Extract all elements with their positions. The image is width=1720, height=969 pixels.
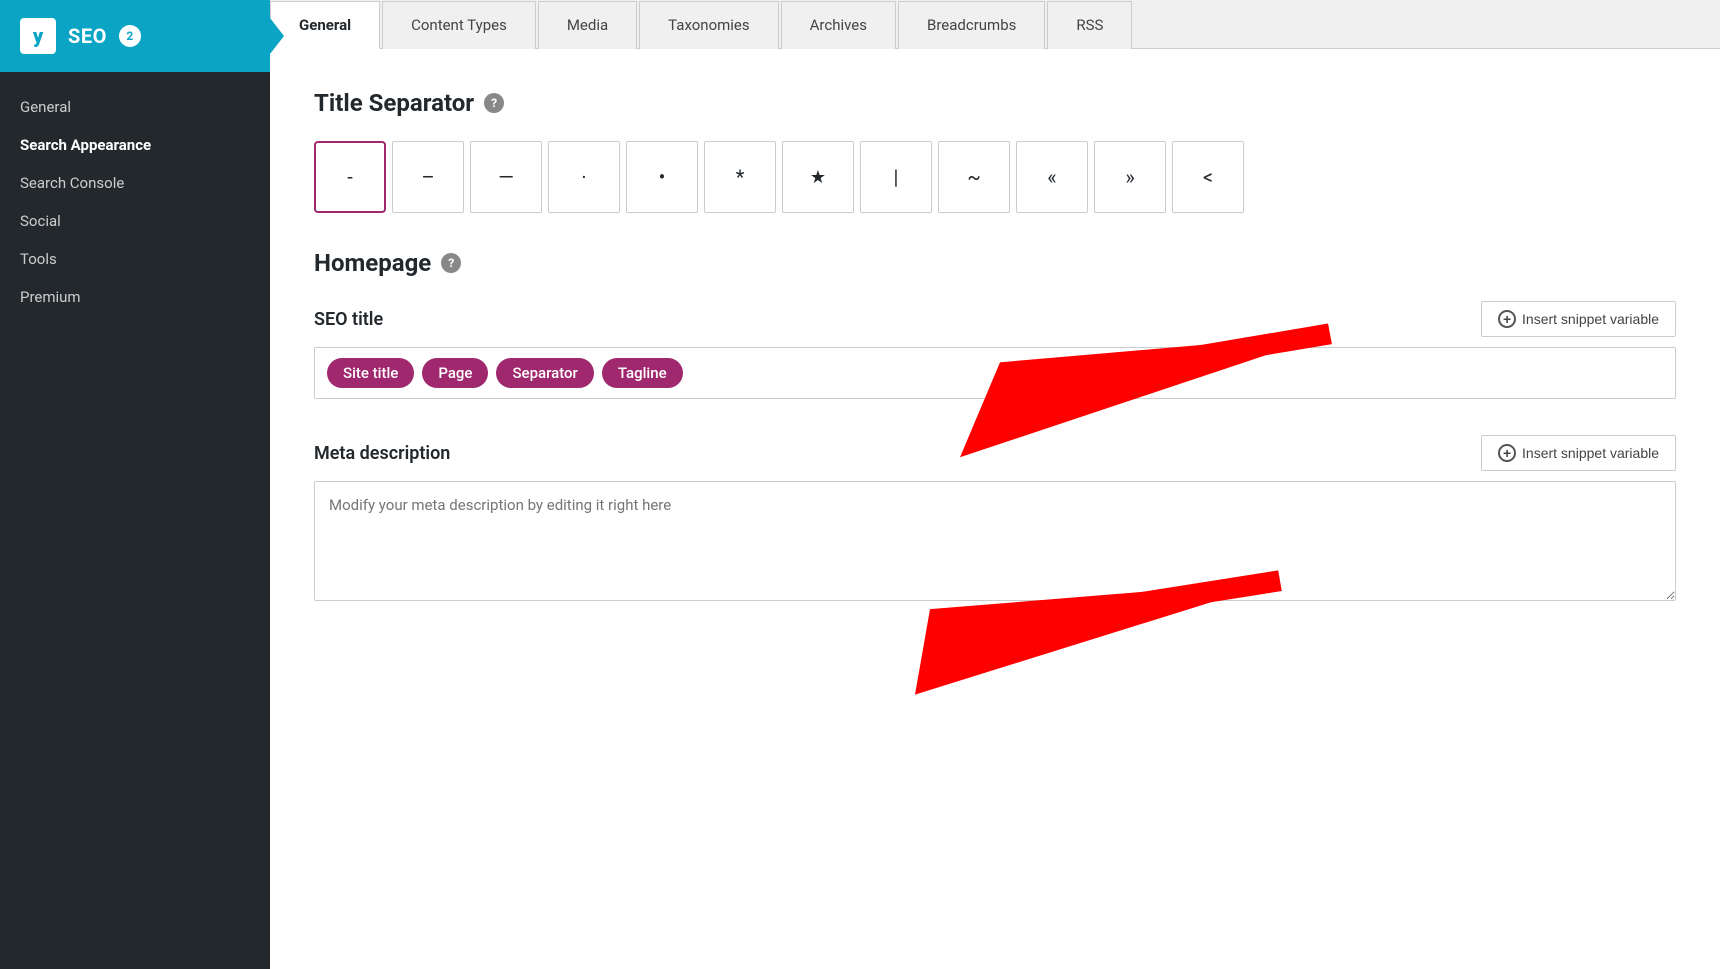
tab-breadcrumbs[interactable]: Breadcrumbs [898,1,1045,49]
separator-star[interactable]: ★ [782,141,854,213]
insert-snippet-variable-button-meta[interactable]: + Insert snippet variable [1481,435,1676,471]
tab-content-types[interactable]: Content Types [382,1,536,49]
sidebar-item-search-console[interactable]: Search Console [0,164,270,202]
separator-dash[interactable]: - [314,141,386,213]
tabs-bar: General Content Types Media Taxonomies A… [270,0,1720,49]
sidebar-badge: 2 [119,25,141,47]
main-area: General Content Types Media Taxonomies A… [270,0,1720,969]
content-area: Title Separator ? - – — · • * ★ | ~ « » … [270,49,1720,969]
sidebar-item-premium[interactable]: Premium [0,278,270,316]
tab-archives[interactable]: Archives [781,1,896,49]
separator-bullet[interactable]: • [626,141,698,213]
meta-description-field[interactable] [314,481,1676,601]
sidebar-title: SEO [68,24,107,48]
plus-icon-meta: + [1498,444,1516,462]
tab-media[interactable]: Media [538,1,637,49]
tag-separator[interactable]: Separator [496,358,593,388]
homepage-help-icon[interactable]: ? [441,253,461,273]
sidebar-item-general[interactable]: General [0,88,270,126]
seo-title-label: SEO title [314,309,383,330]
plus-icon-seo: + [1498,310,1516,328]
tag-page[interactable]: Page [422,358,488,388]
title-separator-help-icon[interactable]: ? [484,93,504,113]
seo-title-header: SEO title + Insert snippet variable [314,301,1676,337]
separator-middle-dot[interactable]: · [548,141,620,213]
sidebar-nav: General Search Appearance Search Console… [0,72,270,332]
separator-asterisk[interactable]: * [704,141,776,213]
insert-snippet-label-meta: Insert snippet variable [1522,445,1659,461]
tag-site-title[interactable]: Site title [327,358,414,388]
tab-rss[interactable]: RSS [1047,1,1132,49]
separator-tilde[interactable]: ~ [938,141,1010,213]
yoast-logo: y [20,18,56,54]
separator-pipe[interactable]: | [860,141,932,213]
seo-title-field[interactable]: Site title Page Separator Tagline [314,347,1676,399]
tab-taxonomies[interactable]: Taxonomies [639,1,778,49]
sidebar-header: y SEO 2 [0,0,270,72]
separator-em-dash[interactable]: — [470,141,542,213]
meta-description-label: Meta description [314,443,450,464]
separator-laquo[interactable]: « [1016,141,1088,213]
tag-tagline[interactable]: Tagline [602,358,683,388]
sidebar: y SEO 2 General Search Appearance Search… [0,0,270,969]
separator-options: - – — · • * ★ | ~ « » < [314,141,1676,213]
insert-snippet-variable-button-seo[interactable]: + Insert snippet variable [1481,301,1676,337]
separator-en-dash[interactable]: – [392,141,464,213]
separator-raquo[interactable]: » [1094,141,1166,213]
separator-less-than[interactable]: < [1172,141,1244,213]
sidebar-item-tools[interactable]: Tools [0,240,270,278]
sidebar-item-search-appearance[interactable]: Search Appearance [0,126,270,164]
sidebar-arrow [270,18,284,54]
insert-snippet-label-seo: Insert snippet variable [1522,311,1659,327]
homepage-heading: Homepage ? [314,249,1676,277]
sidebar-item-social[interactable]: Social [0,202,270,240]
meta-description-header: Meta description + Insert snippet variab… [314,435,1676,471]
tab-general[interactable]: General [270,1,380,49]
title-separator-heading: Title Separator ? [314,89,1676,117]
